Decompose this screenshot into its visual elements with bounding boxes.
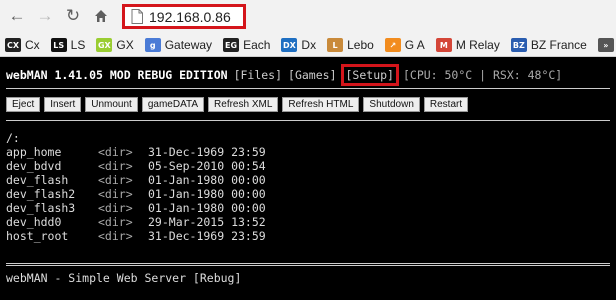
bookmark-label: Gateway (164, 38, 213, 52)
file-row[interactable]: dev_flash3 <dir> 01-Jan-1980 00:00 (6, 201, 266, 215)
divider (6, 88, 610, 89)
bookmark-label: M Relay (455, 38, 500, 52)
bookmark-label: BZ France (530, 38, 587, 52)
divider (6, 263, 610, 264)
temperature-status: [CPU: 50°C | RSX: 48°C] (402, 68, 563, 82)
file-listing: /: app_home <dir> 31-Dec-1969 23:59 dev_bdv… (6, 131, 266, 243)
insert-button[interactable]: Insert (44, 97, 82, 112)
file-date: 29-Mar-2015 13:52 (148, 215, 266, 229)
file-type: <dir> (98, 187, 133, 201)
file-type: <dir> (98, 201, 133, 215)
file-type: <dir> (98, 145, 133, 159)
files-link[interactable]: [Files] (234, 68, 282, 82)
refresh-html-button[interactable]: Refresh HTML (282, 97, 360, 112)
gamedata-button[interactable]: gameDATA (141, 97, 205, 112)
bookmark-item[interactable]: g Gateway (140, 35, 218, 55)
file-name[interactable]: host_root (6, 229, 98, 243)
bookmark-item[interactable]: ↗ G A (380, 35, 431, 55)
bookmark-label: Cx (25, 38, 40, 52)
file-name[interactable]: dev_flash3 (6, 201, 98, 215)
bookmark-item[interactable]: L Lebo (322, 35, 380, 55)
file-row[interactable]: dev_flash <dir> 01-Jan-1980 00:00 (6, 173, 266, 187)
url-input[interactable] (149, 8, 245, 25)
google-icon: g (144, 38, 161, 52)
file-date: 05-Sep-2010 00:54 (148, 159, 266, 173)
file-date: 01-Jan-1980 00:00 (148, 187, 266, 201)
bz-icon: BZ (510, 38, 527, 52)
file-row[interactable]: host_root <dir> 31-Dec-1969 23:59 (6, 229, 266, 243)
dx-icon: DX (281, 38, 298, 52)
file-name[interactable]: dev_hdd0 (6, 215, 98, 229)
analytics-icon: ↗ (384, 38, 401, 52)
bookmarks-bar: CX Cx LS LS GX GX g Gateway EG Each DX Dx L Lebo ↗ G AM… (0, 34, 616, 57)
page-footer: webMAN - Simple Web Server [Rebug] (6, 271, 242, 285)
restart-button[interactable]: Restart (423, 97, 469, 112)
file-type: <dir> (98, 215, 133, 229)
eg-icon: EG (223, 38, 240, 52)
browser-toolbar: ← → ↻ (0, 0, 616, 34)
bookmark-item[interactable]: BZ BZ France (506, 35, 593, 55)
bookmark-item[interactable]: MM Relay (431, 35, 506, 55)
shutdown-button[interactable]: Shutdown (363, 97, 420, 112)
file-name[interactable]: app_home (6, 145, 98, 159)
bookmark-item[interactable]: EG Each (218, 35, 276, 55)
current-path: /: (6, 131, 20, 145)
address-bar[interactable] (122, 4, 246, 29)
bookmark-item[interactable]: DX Dx (276, 35, 322, 55)
more-bookmarks-icon: » (597, 38, 614, 52)
bookmark-item[interactable]: » (593, 35, 616, 55)
forward-arrow-icon[interactable]: → (34, 5, 56, 27)
back-arrow-icon[interactable]: ← (6, 5, 28, 27)
home-icon[interactable] (90, 5, 112, 27)
box-icon: L (327, 38, 344, 52)
file-row[interactable]: dev_hdd0 <dir> 29-Mar-2015 13:52 (6, 215, 266, 229)
bookmark-label: GX (116, 38, 134, 52)
games-link[interactable]: [Games] (288, 68, 336, 82)
page-header: webMAN 1.41.05 MOD REBUG EDITION [Files]… (6, 64, 563, 86)
refresh-xml-button[interactable]: Refresh XML (208, 97, 279, 112)
bookmark-item[interactable]: LS LS (46, 35, 92, 55)
unmount-button[interactable]: Unmount (85, 97, 138, 112)
file-type: <dir> (98, 229, 133, 243)
setup-highlight: [Setup] (340, 64, 399, 86)
page-icon (131, 8, 143, 25)
file-name[interactable]: dev_bdvd (6, 159, 98, 173)
file-date: 01-Jan-1980 00:00 (148, 201, 266, 215)
divider (6, 120, 610, 121)
ls-icon: LS (50, 38, 67, 52)
file-name[interactable]: dev_flash (6, 173, 98, 187)
cx-icon: CX (5, 38, 21, 52)
file-name[interactable]: dev_flash2 (6, 187, 98, 201)
gmail-icon: M (435, 38, 452, 52)
file-row[interactable]: dev_flash2 <dir> 01-Jan-1980 00:00 (6, 187, 266, 201)
bookmark-item[interactable]: GX GX (91, 35, 139, 55)
divider (6, 265, 610, 266)
webman-page: webMAN 1.41.05 MOD REBUG EDITION [Files]… (0, 57, 616, 300)
setup-link[interactable]: [Setup] (346, 68, 394, 82)
bookmark-item[interactable]: CX Cx (0, 35, 46, 55)
page-title: webMAN 1.41.05 MOD REBUG EDITION (6, 68, 228, 82)
file-row[interactable]: app_home <dir> 31-Dec-1969 23:59 (6, 145, 266, 159)
gx-icon: GX (96, 38, 113, 52)
bookmark-label: Lebo (347, 38, 374, 52)
file-row[interactable]: dev_bdvd <dir> 05-Sep-2010 00:54 (6, 159, 266, 173)
eject-button[interactable]: Eject (6, 97, 41, 112)
bookmark-label: Each (243, 38, 271, 52)
bookmark-label: Dx (301, 38, 317, 52)
file-date: 31-Dec-1969 23:59 (148, 145, 266, 159)
bookmark-label: LS (70, 38, 86, 52)
reload-icon[interactable]: ↻ (62, 5, 84, 27)
file-type: <dir> (98, 159, 133, 173)
bookmark-label: G A (404, 38, 425, 52)
action-button-bar: Eject Insert Unmount gameDATA Refresh XM… (6, 97, 469, 112)
file-type: <dir> (98, 173, 133, 187)
file-date: 01-Jan-1980 00:00 (148, 173, 266, 187)
file-date: 31-Dec-1969 23:59 (148, 229, 266, 243)
